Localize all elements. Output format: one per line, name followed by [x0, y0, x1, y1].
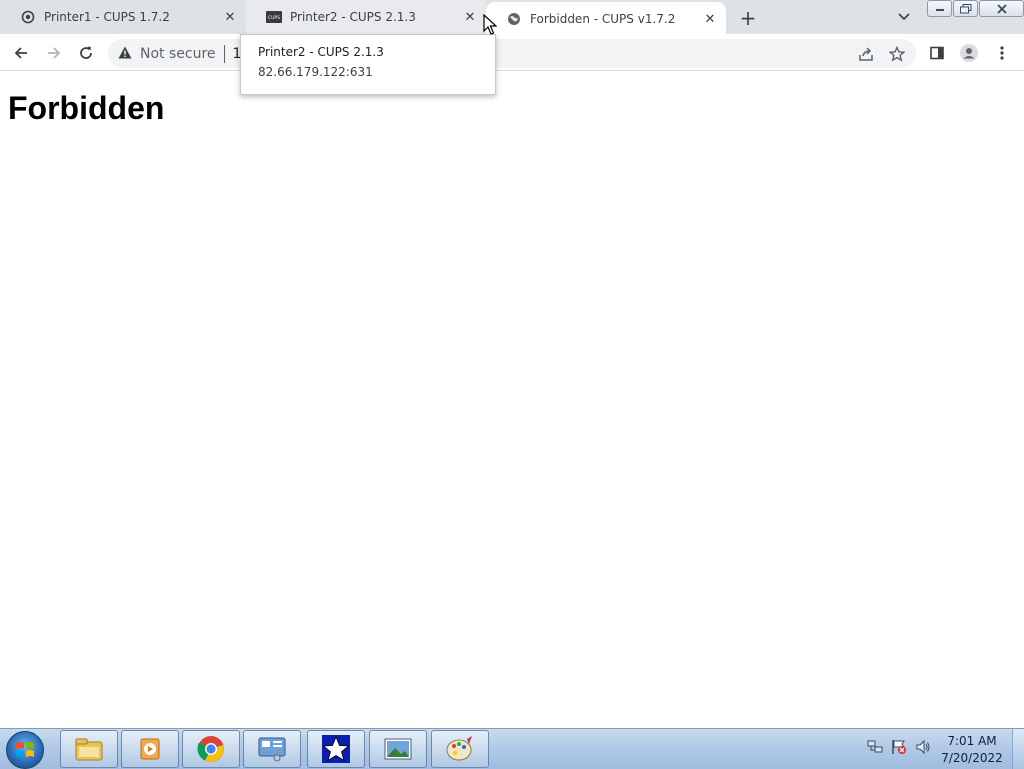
- paint-icon[interactable]: [431, 730, 489, 768]
- show-desktop-button[interactable]: [1012, 729, 1024, 769]
- restore-icon[interactable]: [953, 0, 978, 17]
- star-icon[interactable]: [887, 44, 907, 64]
- profile-icon[interactable]: [957, 41, 981, 65]
- address-bar[interactable]: Not secure 18: [108, 39, 916, 68]
- more-menu-icon[interactable]: [990, 41, 1014, 65]
- security-chip[interactable]: Not secure 18: [118, 45, 250, 63]
- control-panel-icon[interactable]: [243, 730, 301, 768]
- back-arrow-icon[interactable]: [9, 41, 33, 65]
- system-clock[interactable]: 7:01 AM 7/20/2022: [936, 733, 1008, 767]
- start-button[interactable]: [6, 731, 44, 769]
- cups-icon: CUPS: [266, 9, 282, 25]
- tab-printer1[interactable]: Printer1 - CUPS 1.7.2 ✕: [0, 0, 246, 34]
- mouse-pointer-icon: [483, 13, 498, 40]
- minimize-icon[interactable]: [927, 0, 952, 17]
- clock-date: 7/20/2022: [941, 751, 1003, 765]
- window-controls: [927, 0, 1024, 17]
- chrome-icon[interactable]: [182, 730, 240, 768]
- tab-close-icon[interactable]: ✕: [222, 9, 238, 25]
- network-icon[interactable]: [866, 737, 884, 757]
- reload-icon[interactable]: [74, 41, 98, 65]
- tab-title: Printer2 - CUPS 2.1.3: [290, 10, 416, 24]
- star-app-icon[interactable]: [307, 730, 365, 768]
- tab-title: Printer1 - CUPS 1.7.2: [44, 10, 170, 24]
- side-panel-icon[interactable]: [925, 41, 949, 65]
- share-icon[interactable]: [856, 44, 876, 64]
- chevron-down-icon[interactable]: [896, 9, 912, 25]
- tab-close-icon[interactable]: ✕: [462, 9, 478, 25]
- svg-text:CUPS: CUPS: [268, 15, 280, 21]
- chrome-loading-icon: [20, 9, 36, 25]
- new-tab-icon[interactable]: +: [737, 6, 759, 30]
- clock-time: 7:01 AM: [947, 734, 997, 748]
- volume-icon[interactable]: [914, 737, 932, 757]
- divider: [223, 45, 225, 63]
- close-window-icon[interactable]: [979, 0, 1024, 17]
- tab-hover-card: Printer2 - CUPS 2.1.3 82.66.179.122:631: [240, 34, 496, 95]
- file-explorer-icon[interactable]: [60, 730, 118, 768]
- tab-forbidden[interactable]: Forbidden - CUPS v1.7.2 ✕: [486, 2, 726, 36]
- windows-logo-icon: [16, 742, 34, 757]
- taskbar: 7:01 AM 7/20/2022: [0, 728, 1024, 769]
- warning-icon: [118, 46, 132, 63]
- tab-printer2[interactable]: CUPS Printer2 - CUPS 2.1.3 ✕: [246, 0, 486, 34]
- security-label: Not secure: [140, 46, 216, 62]
- action-center-flag-icon[interactable]: [890, 737, 908, 757]
- tab-strip: Printer1 - CUPS 1.7.2 ✕ CUPS Printer2 - …: [0, 0, 1024, 36]
- tab-close-icon[interactable]: ✕: [702, 11, 718, 27]
- page-heading: Forbidden: [8, 90, 165, 126]
- forward-arrow-icon[interactable]: [42, 41, 66, 65]
- tab-title: Forbidden - CUPS v1.7.2: [530, 12, 676, 26]
- globe-icon: [506, 11, 522, 27]
- browser-toolbar: Not secure 18: [0, 36, 1024, 71]
- media-player-icon[interactable]: [121, 730, 179, 768]
- hover-card-url: 82.66.179.122:631: [258, 65, 373, 79]
- hover-card-title: Printer2 - CUPS 2.1.3: [258, 45, 384, 59]
- photo-viewer-icon[interactable]: [369, 730, 427, 768]
